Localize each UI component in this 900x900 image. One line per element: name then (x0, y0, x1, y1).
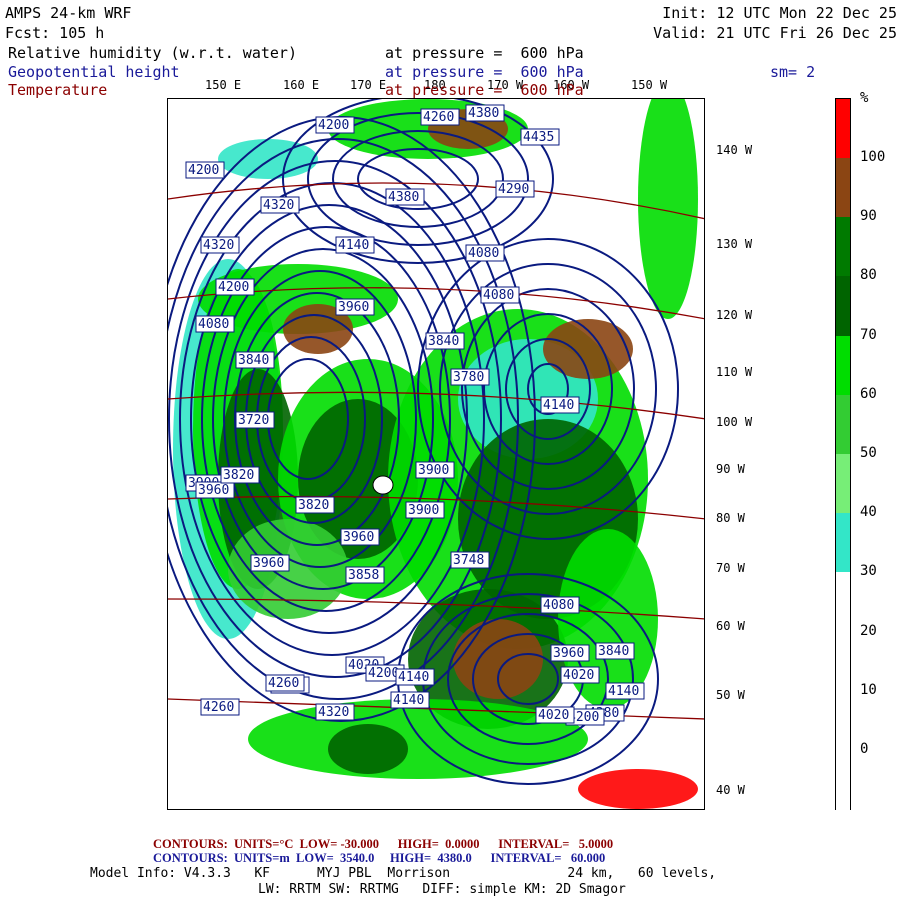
rh-shading (328, 724, 408, 774)
top-lon-label: 150 W (631, 78, 668, 92)
right-lon-label: 70 W (716, 561, 745, 575)
colorbar-segment (836, 513, 850, 572)
contour-label: 3858 (348, 568, 379, 583)
contour-label: 4260 (203, 700, 234, 715)
field-height: Geopotential height (8, 63, 180, 81)
right-lon-label: 110 W (716, 365, 753, 379)
colorbar-label: 10 (860, 681, 877, 698)
field-temp: Temperature (8, 81, 108, 99)
contour-label: 3820 (298, 498, 329, 513)
contour-label: 3900 (408, 503, 439, 518)
contour-label: 4080 (198, 317, 229, 332)
right-lon-label: 40 W (716, 783, 745, 797)
contour-label: 4140 (393, 693, 424, 708)
colorbar-segment (836, 395, 850, 454)
contour-label: 4080 (483, 288, 514, 303)
contour-label: 3840 (238, 353, 269, 368)
colorbar-segment (836, 454, 850, 513)
contour-label: 3840 (428, 334, 459, 349)
contour-label: 3900 (418, 463, 449, 478)
field-rh-level: at pressure = 600 hPa (385, 44, 584, 62)
contour-label: 4140 (543, 398, 574, 413)
colorbar-segment (836, 276, 850, 336)
south-pole-marker (372, 475, 394, 495)
right-lon-label: 90 W (716, 462, 745, 476)
colorbar-segment (836, 572, 850, 811)
contour-label: 4200 (318, 118, 349, 133)
colorbar-label: 50 (860, 445, 877, 461)
contour-label: 4140 (398, 670, 429, 685)
colorbar-segment (836, 217, 850, 276)
rh-shading (638, 99, 698, 319)
rh-shading (578, 769, 698, 809)
right-lon-label: 140 W (716, 143, 753, 157)
colorbar-label: 70 (860, 326, 877, 343)
field-temp-level: at pressure = 600 hPa (385, 81, 584, 99)
top-lon-label: 170 E (350, 78, 387, 92)
map-svg: 4200 4260 4380 4435 4200 4320 4380 4290 4320 4140… (168, 99, 704, 809)
colorbar-label: 60 (860, 385, 877, 402)
height-contour-info: CONTOURS: UNITS=m LOW= 3540.0 HIGH= 4380… (153, 851, 606, 865)
right-lon-label: 60 W (716, 619, 745, 633)
valid-time: Valid: 21 UTC Fri 26 Dec 25 (653, 24, 897, 42)
colorbar-unit: % (860, 90, 869, 106)
contour-label: 4320 (318, 705, 349, 720)
colorbar-label: 40 (860, 504, 877, 521)
contour-label: 3720 (238, 413, 269, 428)
right-lon-label: 120 W (716, 308, 753, 322)
contour-label: 4200 (368, 666, 399, 681)
physics-info: LW: RRTM SW: RRTMG DIFF: simple KM: 2D S… (258, 882, 626, 897)
right-lon-label: 50 W (716, 688, 745, 702)
colorbar-segment (836, 336, 850, 395)
contour-label: 3780 (453, 370, 484, 385)
colorbar-label: 30 (860, 563, 877, 580)
contour-label: 4260 (423, 110, 454, 125)
contour-label: 3748 (453, 553, 484, 568)
contour-label: 4200 (188, 163, 219, 178)
contour-label: 4290 (498, 182, 529, 197)
contour-label: 4020 (538, 708, 569, 723)
contour-label: 3820 (223, 468, 254, 483)
contour-label: 3960 (253, 556, 284, 571)
field-rh: Relative humidity (w.r.t. water) (8, 44, 297, 62)
contour-label: 4380 (388, 190, 419, 205)
contour-label: 4435 (523, 130, 554, 145)
right-lon-label: 130 W (716, 237, 753, 251)
model-title: AMPS 24-km WRF (5, 4, 132, 22)
contour-label: 3960 (338, 300, 369, 315)
contour-label: 3960 (343, 530, 374, 545)
contour-label: 4260 (268, 676, 299, 691)
top-lon-label: 160 E (283, 78, 320, 92)
colorbar-label: 0 (860, 741, 869, 757)
init-time: Init: 12 UTC Mon 22 Dec 25 (662, 4, 897, 22)
contour-label: 3960 (553, 646, 584, 661)
contour-label: 4380 (468, 106, 499, 121)
right-lon-label: 80 W (716, 511, 745, 525)
right-lon-label: 100 W (716, 415, 753, 429)
contour-label: 4200 (218, 280, 249, 295)
forecast-hour: Fcst: 105 h (5, 24, 105, 42)
colorbar-label: 90 (860, 208, 877, 225)
smoothing: sm= 2 (770, 63, 816, 81)
rh-shading (453, 619, 543, 699)
contour-label: 4320 (203, 238, 234, 253)
colorbar-label: 100 (860, 149, 886, 165)
colorbar-label: 80 (860, 267, 877, 284)
top-lon-label: 150 E (205, 78, 242, 92)
colorbar-segment (836, 158, 850, 217)
contour-label: 4020 (563, 668, 594, 683)
contour-label: 4320 (263, 198, 294, 213)
colorbar-segment (836, 99, 850, 158)
contour-label: 3960 (198, 483, 229, 498)
colorbar (835, 98, 851, 811)
model-info: Model Info: V4.3.3 KF MYJ PBL Morrison 2… (90, 866, 717, 881)
weather-map: 4200 4260 4380 4435 4200 4320 4380 4290 4320 4140… (167, 98, 705, 810)
contour-label: 4140 (608, 684, 639, 699)
contour-label: 4080 (468, 246, 499, 261)
temp-contour-info: CONTOURS: UNITS=°C LOW= -30.000 HIGH= 0.… (153, 837, 614, 851)
contour-label: 4080 (543, 598, 574, 613)
colorbar-label: 20 (860, 622, 877, 639)
contour-label: 4140 (338, 238, 369, 253)
contour-label: 3840 (598, 644, 629, 659)
